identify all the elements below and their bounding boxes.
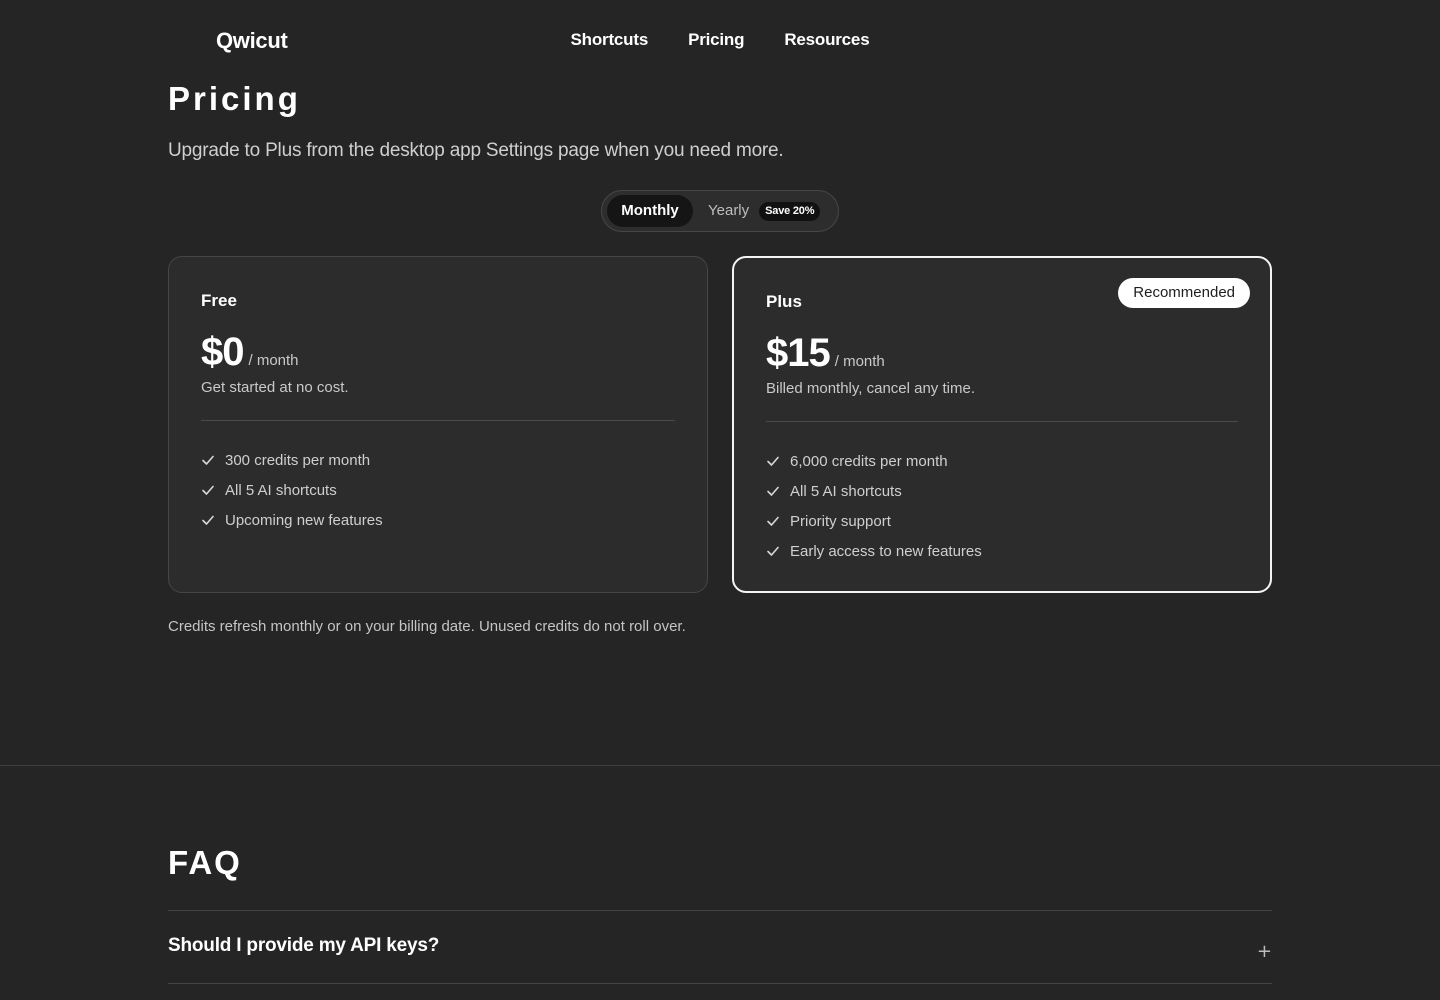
check-icon [767, 516, 779, 526]
faq-title: FAQ [168, 844, 242, 881]
faq-list: Should I provide my API keys? + [168, 910, 1272, 984]
plan-period: / month [834, 353, 885, 370]
feature-label: Priority support [790, 512, 891, 530]
credits-note: Credits refresh monthly or on your billi… [168, 618, 686, 635]
check-icon [767, 486, 779, 496]
plan-period: / month [248, 352, 299, 369]
faq-question[interactable]: Should I provide my API keys? [168, 935, 439, 957]
plan-card-plus: Recommended Plus $15 / month Billed mont… [732, 256, 1272, 593]
plan-name: Free [201, 291, 237, 310]
pricing-title: Pricing [168, 80, 301, 117]
feature-list: 6,000 credits per month All 5 AI shortcu… [766, 446, 1238, 566]
save-badge: Save 20% [759, 201, 821, 221]
toggle-yearly[interactable]: Yearly Save 20% [708, 195, 821, 227]
check-icon [202, 485, 214, 495]
nav-link-shortcuts[interactable]: Shortcuts [571, 30, 649, 50]
pricing-subtitle: Upgrade to Plus from the desktop app Set… [168, 140, 784, 161]
check-icon [767, 456, 779, 466]
feature-item: Priority support [766, 506, 1238, 536]
feature-label: Early access to new features [790, 542, 982, 560]
feature-item: All 5 AI shortcuts [201, 475, 675, 505]
plus-icon[interactable]: + [1257, 941, 1272, 962]
nav-links: Shortcuts Pricing Resources [0, 30, 1440, 50]
plan-description: Billed monthly, cancel any time. [766, 380, 975, 397]
feature-label: All 5 AI shortcuts [790, 482, 902, 500]
card-divider [766, 421, 1238, 422]
toggle-yearly-label: Yearly [708, 202, 750, 219]
plan-price: $15 [766, 331, 831, 375]
feature-label: Upcoming new features [225, 511, 383, 529]
price-row: $0 / month [201, 330, 675, 375]
toggle-monthly[interactable]: Monthly [607, 195, 693, 227]
card-divider [201, 420, 675, 421]
feature-item: 300 credits per month [201, 445, 675, 475]
feature-item: All 5 AI shortcuts [766, 476, 1238, 506]
feature-list: 300 credits per month All 5 AI shortcuts… [201, 445, 675, 535]
feature-label: 300 credits per month [225, 451, 371, 469]
feature-label: 6,000 credits per month [790, 452, 948, 470]
check-icon [202, 455, 214, 465]
nav-link-pricing[interactable]: Pricing [688, 30, 744, 50]
section-divider [0, 765, 1440, 766]
plan-name: Plus [766, 292, 802, 311]
feature-item: 6,000 credits per month [766, 446, 1238, 476]
check-icon [202, 515, 214, 525]
feature-item: Early access to new features [766, 536, 1238, 566]
feature-item: Upcoming new features [201, 505, 675, 535]
plan-card-free: Free $0 / month Get started at no cost. … [168, 256, 708, 593]
billing-toggle: Monthly Yearly Save 20% [601, 190, 839, 232]
faq-item[interactable]: Should I provide my API keys? + [168, 910, 1272, 984]
plan-price: $0 [201, 330, 244, 374]
price-row: $15 / month [766, 331, 1238, 376]
nav-link-resources[interactable]: Resources [784, 30, 869, 50]
check-icon [767, 546, 779, 556]
feature-label: All 5 AI shortcuts [225, 481, 337, 499]
top-nav: Qwicut Shortcuts Pricing Resources [0, 0, 1440, 80]
plan-description: Get started at no cost. [201, 379, 349, 396]
